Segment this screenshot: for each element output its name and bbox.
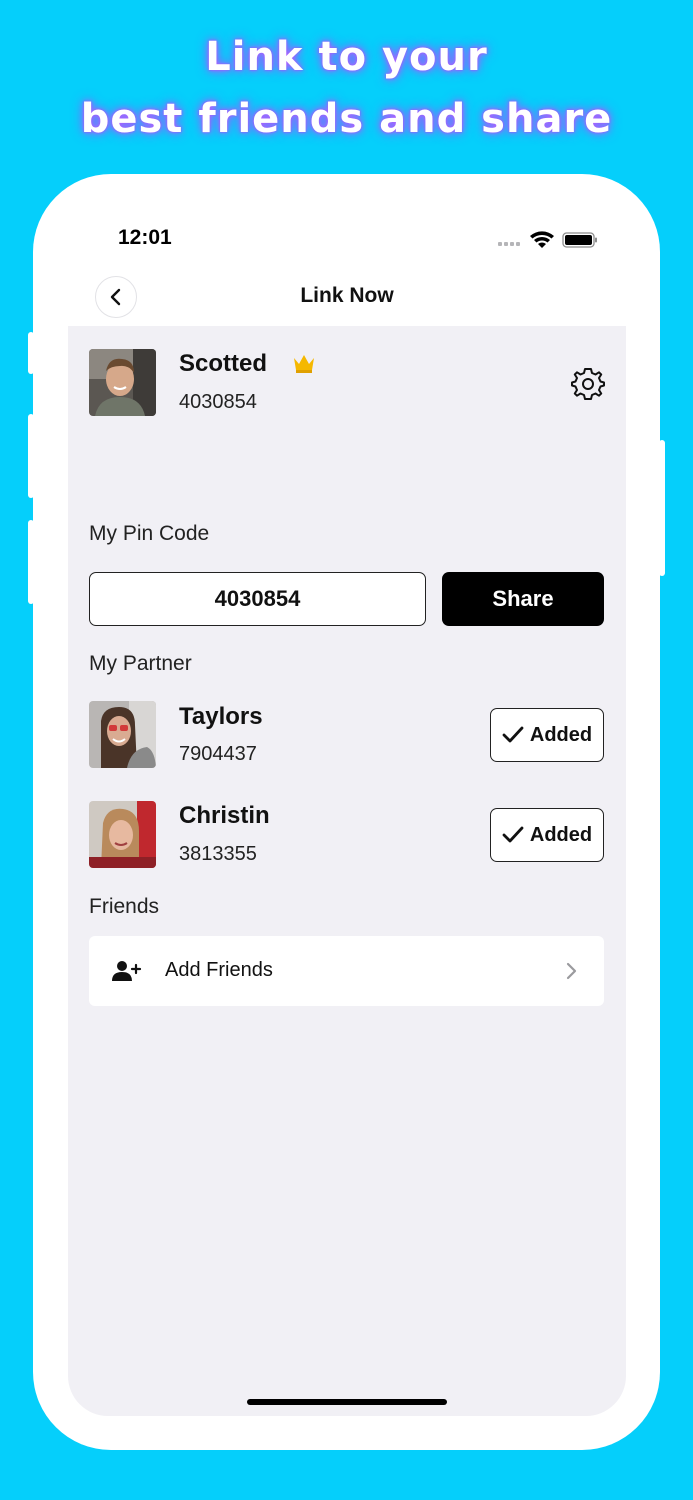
profile-name: Scotted bbox=[179, 350, 268, 377]
profile-id: 4030854 bbox=[179, 391, 257, 413]
partner-avatar[interactable] bbox=[89, 801, 156, 868]
crown-icon bbox=[294, 355, 314, 373]
wifi-icon bbox=[530, 231, 554, 248]
gear-icon[interactable] bbox=[571, 366, 605, 400]
partner-name: Taylors bbox=[179, 703, 263, 730]
pin-code-label: My Pin Code bbox=[89, 522, 210, 545]
content-panel bbox=[68, 326, 626, 1416]
added-button[interactable]: Added bbox=[490, 808, 604, 862]
added-button-label: Added bbox=[529, 723, 593, 746]
add-user-icon bbox=[112, 961, 142, 981]
checkmark-icon bbox=[502, 826, 524, 843]
add-friends-label: Add Friends bbox=[165, 959, 273, 981]
added-button[interactable]: Added bbox=[490, 708, 604, 762]
page-title: Link Now bbox=[300, 284, 394, 307]
battery-icon bbox=[562, 232, 597, 248]
partner-id: 7904437 bbox=[179, 743, 257, 765]
friends-section-label: Friends bbox=[89, 895, 160, 918]
pin-code-field[interactable]: 4030854 bbox=[89, 572, 426, 626]
status-icons bbox=[498, 231, 597, 248]
signal-icon bbox=[498, 242, 520, 246]
add-friends-row[interactable]: Add Friends bbox=[89, 936, 604, 1006]
partner-avatar[interactable] bbox=[89, 701, 156, 768]
partner-id: 3813355 bbox=[179, 843, 257, 865]
partner-name: Christin bbox=[179, 802, 270, 829]
status-time: 12:01 bbox=[118, 226, 172, 249]
profile-avatar[interactable] bbox=[89, 349, 156, 416]
checkmark-icon bbox=[502, 726, 524, 743]
share-button[interactable]: Share bbox=[442, 572, 604, 626]
home-indicator[interactable] bbox=[247, 1399, 447, 1405]
chevron-right-icon bbox=[566, 962, 577, 980]
added-button-label: Added bbox=[529, 823, 593, 846]
partner-section-label: My Partner bbox=[89, 652, 192, 675]
promo-headline-line2: best friends and share bbox=[80, 96, 613, 142]
promo-headline-line1: Link to your bbox=[205, 34, 488, 80]
